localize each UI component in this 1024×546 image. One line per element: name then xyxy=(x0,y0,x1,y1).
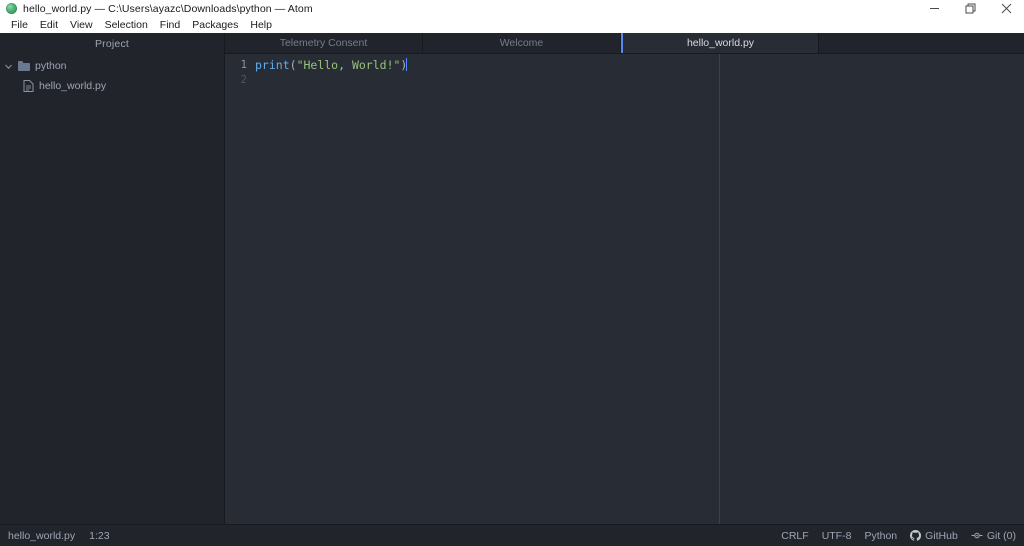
menu-item-help[interactable]: Help xyxy=(244,17,278,33)
editor-pane: Telemetry Consent Welcome hello_world.py… xyxy=(225,33,1024,524)
title-bar: hello_world.py — C:\Users\ayazc\Download… xyxy=(0,0,1024,17)
code-token-open-paren: ( xyxy=(289,58,297,72)
menu-item-find[interactable]: Find xyxy=(154,17,186,33)
tab-welcome[interactable]: Welcome xyxy=(423,33,621,53)
status-cursor-position[interactable]: 1:23 xyxy=(89,530,109,542)
tab-bar-filler xyxy=(819,33,1024,53)
menu-item-view[interactable]: View xyxy=(64,17,99,33)
menu-item-selection[interactable]: Selection xyxy=(99,17,154,33)
chevron-down-icon[interactable] xyxy=(4,62,13,71)
restore-icon[interactable] xyxy=(952,0,988,17)
git-branch-icon xyxy=(971,530,983,541)
tab-hello-world-py[interactable]: hello_world.py xyxy=(621,33,819,53)
line-number: 1 xyxy=(240,59,247,71)
atom-icon xyxy=(6,3,17,14)
status-bar-left: hello_world.py 1:23 xyxy=(8,530,110,542)
status-encoding[interactable]: UTF-8 xyxy=(822,530,852,542)
code-line-1: print("Hello, World!") xyxy=(255,58,408,73)
line-number-gutter: 1 2 xyxy=(225,54,251,524)
status-grammar[interactable]: Python xyxy=(864,530,897,542)
tree-item-label: python xyxy=(35,60,67,72)
tree-view-list: python hello_world.py xyxy=(0,54,224,96)
tab-bar: Telemetry Consent Welcome hello_world.py xyxy=(225,33,1024,54)
close-icon[interactable] xyxy=(988,0,1024,17)
file-icon xyxy=(23,80,34,92)
status-git-label: Git (0) xyxy=(986,529,1016,542)
code-editor[interactable]: 1 2 print("Hello, World!") xyxy=(225,54,1024,524)
folder-icon xyxy=(18,61,30,71)
tree-item-python-folder[interactable]: python xyxy=(0,56,224,76)
project-tree-view: Project python hello_world.py xyxy=(0,33,225,524)
tab-telemetry-consent[interactable]: Telemetry Consent xyxy=(225,33,423,53)
status-bar: hello_world.py 1:23 CRLF UTF-8 Python Gi… xyxy=(0,524,1024,546)
tree-item-label: hello_world.py xyxy=(39,80,107,92)
text-cursor xyxy=(406,58,408,71)
status-github[interactable]: GitHub xyxy=(910,530,958,542)
status-file-name[interactable]: hello_world.py xyxy=(8,530,75,542)
code-token-string: "Hello, World!" xyxy=(296,58,401,72)
github-icon xyxy=(910,530,922,541)
status-line-ending[interactable]: CRLF xyxy=(781,530,808,542)
code-token-function: print xyxy=(255,58,290,72)
menu-item-file[interactable]: File xyxy=(5,17,34,33)
tree-item-hello-world-file[interactable]: hello_world.py xyxy=(0,76,224,96)
menu-bar: File Edit View Selection Find Packages H… xyxy=(0,17,1024,33)
tree-view-header: Project xyxy=(0,33,224,54)
menu-item-edit[interactable]: Edit xyxy=(34,17,64,33)
line-number: 2 xyxy=(240,74,247,86)
title-bar-left: hello_world.py — C:\Users\ayazc\Download… xyxy=(0,3,916,15)
workspace: Project python hello_world.py Telemetry … xyxy=(0,33,1024,524)
minimize-icon[interactable] xyxy=(916,0,952,17)
status-bar-right: CRLF UTF-8 Python GitHub Git (0) xyxy=(781,530,1016,542)
status-github-label: GitHub xyxy=(925,529,958,542)
window-controls xyxy=(916,0,1024,17)
wrap-guide xyxy=(719,54,720,524)
atom-window: hello_world.py — C:\Users\ayazc\Download… xyxy=(0,0,1024,546)
status-git[interactable]: Git (0) xyxy=(971,530,1016,542)
window-title: hello_world.py — C:\Users\ayazc\Download… xyxy=(23,2,313,15)
menu-item-packages[interactable]: Packages xyxy=(186,17,244,33)
